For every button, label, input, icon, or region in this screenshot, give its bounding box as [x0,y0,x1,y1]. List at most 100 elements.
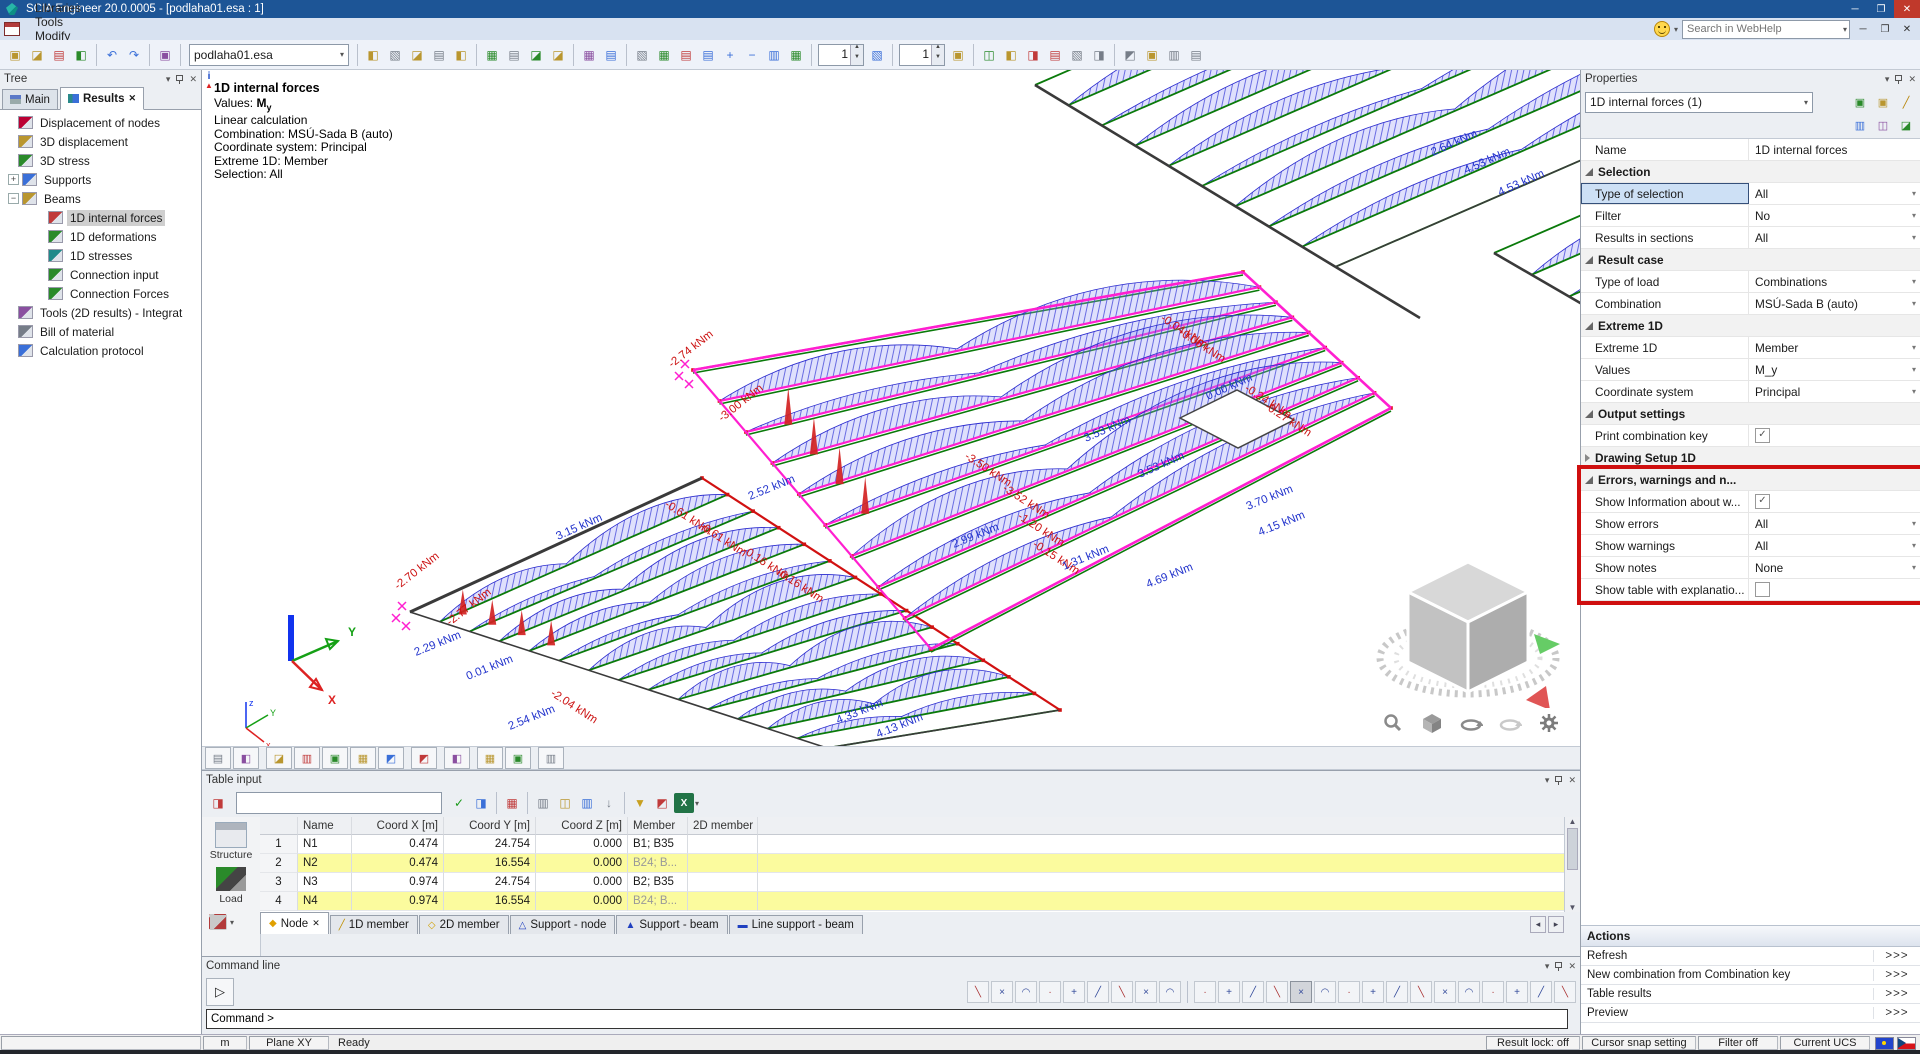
table-tab-support-node[interactable]: △Support - node [510,915,616,934]
clipping-icon[interactable]: ▤ [1186,45,1206,65]
prop-value[interactable]: ✓ [1749,425,1920,446]
table-cell[interactable]: 3 [260,873,298,892]
action-new-combination-from-combination-key[interactable]: New combination from Combination key>>> [1581,966,1920,985]
table-tab-close-icon[interactable]: ✕ [312,918,320,929]
load-view-icon[interactable]: ◨ [1089,45,1109,65]
filter-table-icon[interactable]: ▣ [1851,93,1869,111]
child-restore-button[interactable]: ❐ [1876,24,1894,35]
group-expander-icon[interactable] [1585,476,1593,484]
action-table-results[interactable]: Table results>>> [1581,985,1920,1004]
prop-row-combination[interactable]: CombinationMSÚ-Sada B (auto)▾ [1581,293,1920,315]
child-close-button[interactable]: ✕ [1898,24,1916,35]
webhelp-search-input[interactable] [1682,20,1850,39]
action-more-button[interactable]: >>> [1873,1007,1920,1019]
prop-label[interactable]: Name [1581,139,1749,160]
column-header[interactable]: 2D member [688,817,758,835]
zoom-window-icon[interactable]: ▥ [764,45,784,65]
navigation-cube[interactable] [1376,540,1566,736]
menu-tools[interactable]: Tools [26,15,90,29]
close-button[interactable]: ✕ [1894,0,1920,18]
prop-value[interactable]: All▾ [1749,513,1920,534]
table-row[interactable]: 2N20.47416.5540.000B24; B... [260,854,1565,873]
snap-near-icon[interactable]: + [1506,981,1528,1003]
snap-off-icon[interactable]: ∙ [1039,981,1061,1003]
properties-collapse-icon[interactable]: ▾ [1885,74,1890,85]
table-cell[interactable]: B1; B35 [628,835,688,854]
dropdown-caret-icon[interactable]: ▾ [1912,189,1916,198]
group-expander-icon[interactable] [1585,410,1593,418]
table-cell[interactable]: 0.474 [352,854,444,873]
dropdown-caret-icon[interactable]: ▾ [1912,563,1916,572]
table-cell[interactable]: 0.000 [536,873,628,892]
project-manager-icon[interactable]: ▣ [155,45,175,65]
prop-checkbox[interactable]: ✓ [1755,428,1770,443]
prop-row-show-information-about-w[interactable]: Show Information about w...✓ [1581,491,1920,513]
snap-par-icon[interactable]: ╱ [1386,981,1408,1003]
child-minimize-button[interactable]: ─ [1854,24,1872,35]
table-cell[interactable]: 0.974 [352,873,444,892]
snap-arc-icon[interactable]: ◠ [1015,981,1037,1003]
table-tab-support-beam[interactable]: ▲Support - beam [616,915,727,934]
cmd-pin-icon[interactable] [1555,962,1562,971]
calculation-icon[interactable]: ◫ [979,45,999,65]
copy-icon[interactable]: ◪ [548,45,568,65]
structure-type-caret-icon[interactable]: ▾ [230,918,234,927]
column-header[interactable] [260,817,298,835]
prop-checkbox[interactable]: ✓ [1755,494,1770,509]
command-input[interactable] [206,1009,1568,1029]
dropdown-caret-icon[interactable]: ▾ [1912,541,1916,550]
snap-edge-icon[interactable]: ╱ [1087,981,1109,1003]
text-dot-icon[interactable]: ▦ [350,747,376,769]
table-activate-icon[interactable]: ▥ [533,793,553,813]
tree-item-connection-input[interactable]: Connection input [0,265,201,284]
sort-icon[interactable]: ↓ [599,793,619,813]
action-more-button[interactable]: >>> [1873,969,1920,981]
prop-value[interactable]: All▾ [1749,535,1920,556]
dropdown-caret-icon[interactable]: ▾ [1912,299,1916,308]
prop-label[interactable]: Type of load [1581,271,1749,292]
snap-box-icon[interactable]: × [1434,981,1456,1003]
prop-label[interactable]: Extreme 1D [1581,337,1749,358]
zoom-out-icon[interactable]: − [742,45,762,65]
table-vscrollbar[interactable]: ▲▼ [1564,817,1580,912]
structure-type-icon[interactable] [209,914,227,930]
properties-object-selector[interactable]: 1D internal forces (1)▾ [1585,92,1813,113]
point-fan-icon[interactable]: ◩ [411,747,437,769]
prop-label[interactable]: Values [1581,359,1749,380]
snap-node-icon[interactable]: + [1063,981,1085,1003]
prop-label[interactable]: Show errors [1581,513,1749,534]
dropdown-caret-icon[interactable]: ▾ [1912,277,1916,286]
tree-expander-icon[interactable]: − [8,193,19,204]
rail-structure[interactable]: Structure [202,823,260,861]
tree-item-1d-internal-forces[interactable]: 1D internal forces [0,208,201,227]
active-file-combo[interactable]: podlaha01.esa▾ [189,44,349,66]
prop-label[interactable]: Show table with explanatio... [1581,579,1749,600]
prop-label[interactable]: Coordinate system [1581,381,1749,402]
status-result-lock[interactable]: Result lock: off [1486,1036,1580,1050]
snap-mid-icon[interactable]: ╱ [1242,981,1264,1003]
prop-value[interactable]: Combinations▾ [1749,271,1920,292]
prop-row-show-warnings[interactable]: Show warningsAll▾ [1581,535,1920,557]
member-view-icon[interactable]: ▧ [1067,45,1087,65]
table-cell[interactable] [688,873,758,892]
zoom-tool-icon[interactable] [1380,710,1406,736]
table-cell[interactable]: N3 [298,873,352,892]
prop-checkbox[interactable] [1755,582,1770,597]
table-row[interactable]: 1N10.47424.7540.000B1; B35 [260,835,1565,854]
column-header[interactable]: Coord X [m] [352,817,444,835]
prop-group-selection[interactable]: Selection [1581,161,1920,183]
edit-pencil-icon[interactable]: ╱ [1897,93,1915,111]
prop-label[interactable]: Print combination key [1581,425,1749,446]
dimension-icon[interactable]: ▧ [385,45,405,65]
table-cell[interactable]: N4 [298,892,352,911]
prop-row-show-notes[interactable]: Show notesNone▾ [1581,557,1920,579]
supports-display-icon[interactable]: ◪ [266,747,292,769]
tree-pin-icon[interactable] [176,75,183,84]
open-file-icon[interactable]: ◪ [27,45,47,65]
search-caret-icon[interactable]: ▾ [1843,25,1847,34]
excel-export-icon[interactable]: X [674,793,694,813]
feedback-smiley-icon[interactable] [1654,21,1670,37]
snap-int-icon[interactable]: ∙ [1338,981,1360,1003]
tree-item-supports[interactable]: +Supports [0,170,201,189]
minimize-button[interactable]: ─ [1842,0,1868,18]
